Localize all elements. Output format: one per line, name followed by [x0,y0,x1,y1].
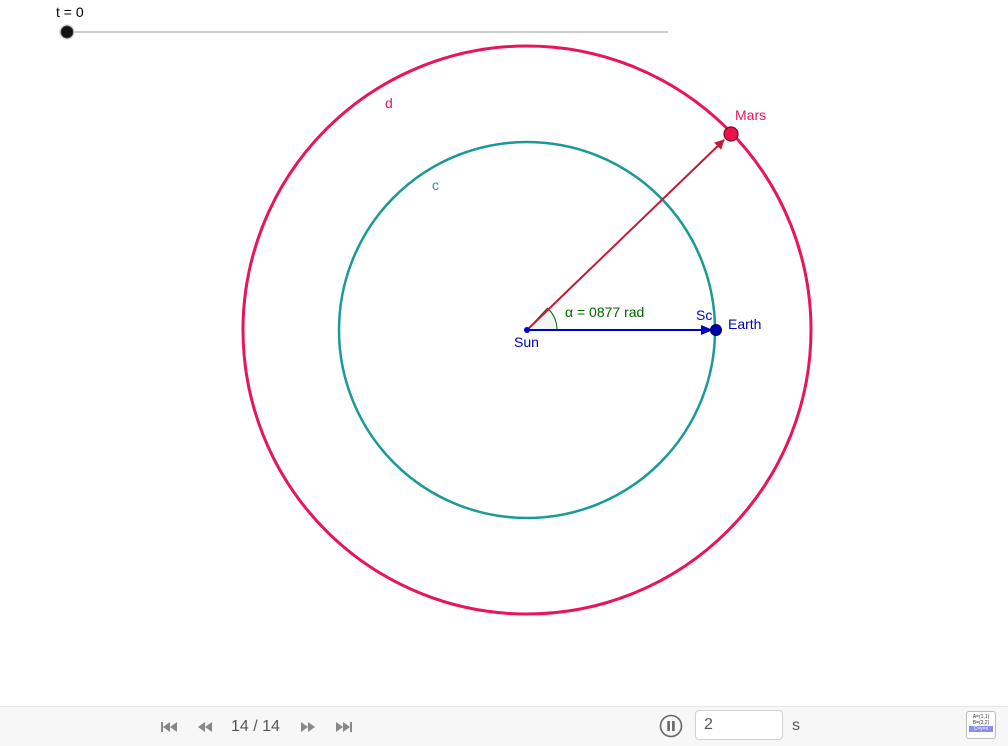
graphics-canvas[interactable]: Mars Earth Sun d c α = 0877 rad Sc [0,0,1008,706]
slider-handle[interactable] [60,25,74,39]
step-forward-button[interactable] [298,717,318,737]
playback-toolbar: 14 / 14 [0,706,1008,746]
algebra-line-3: C=y=x [969,726,993,732]
speed-unit-label: s [792,717,800,734]
skip-to-start-button[interactable] [159,717,179,737]
step-counter: 14 / 14 [231,718,280,735]
earth-vector-label: Sc [696,307,712,323]
fast-forward-icon [301,722,315,732]
mars-orbit-label: d [385,95,393,111]
mars-point[interactable] [723,126,739,142]
time-slider[interactable] [59,24,668,40]
skip-to-start-icon [161,722,177,732]
earth-label: Earth [728,316,761,332]
skip-to-end-button[interactable] [334,717,354,737]
angle-label: α = 0877 rad [565,304,644,320]
pause-icon [659,714,683,738]
earth-orbit-label: c [432,177,439,193]
algebra-view-button[interactable]: A=(1,1) B=(2,2) C=y=x [966,711,996,739]
sun-point[interactable] [524,327,530,333]
sun-label: Sun [514,334,539,350]
speed-input[interactable] [695,710,783,740]
earth-point[interactable] [710,324,722,336]
rewind-icon [198,722,212,732]
pause-button[interactable] [659,714,683,738]
graphics-view[interactable]: t = 0 Mars Earth Sun d c α = 0877 rad Sc [0,0,1008,706]
step-back-button[interactable] [195,717,215,737]
mars-label: Mars [735,107,766,123]
skip-to-end-icon [336,722,352,732]
